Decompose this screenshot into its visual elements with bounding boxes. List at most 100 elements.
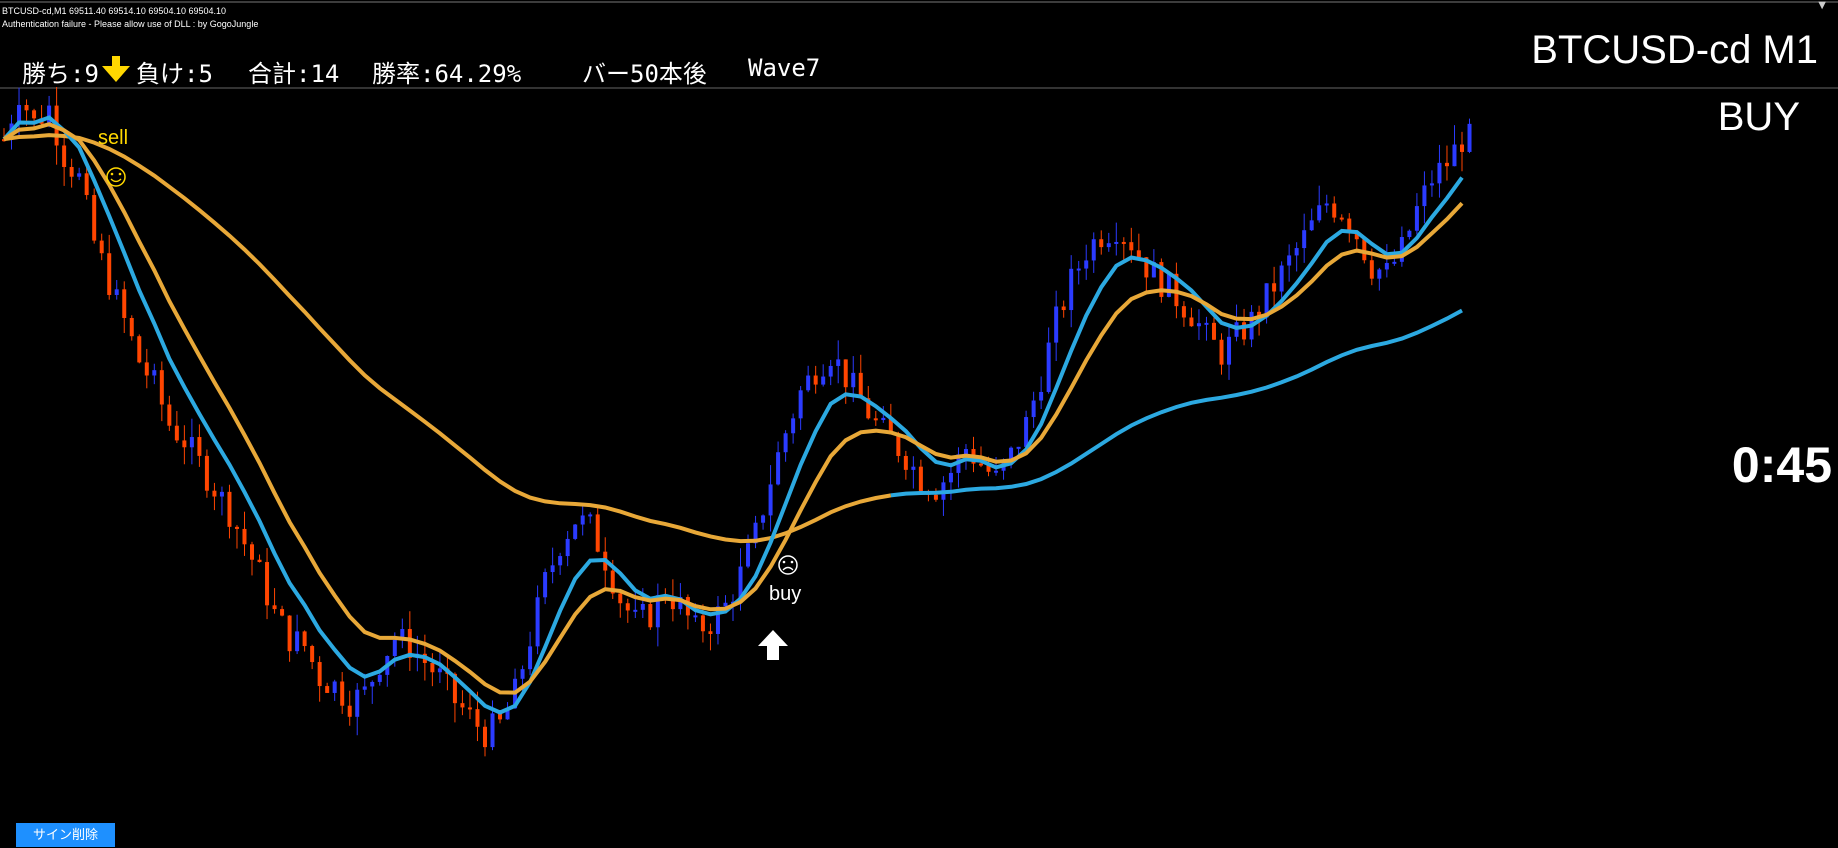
candle-body bbox=[1429, 183, 1434, 186]
candle-body bbox=[1084, 260, 1089, 269]
candle-body bbox=[550, 565, 555, 573]
candle-body bbox=[1407, 230, 1412, 238]
candle-body bbox=[332, 681, 337, 693]
candle-body bbox=[1204, 322, 1209, 325]
scroll-marker-icon[interactable]: ▼ bbox=[1818, 0, 1826, 11]
candle-body bbox=[1317, 205, 1322, 221]
candle-body bbox=[1227, 336, 1232, 365]
stats-wins: 勝ち:9 bbox=[22, 60, 99, 88]
candle-body bbox=[1437, 162, 1442, 184]
candle-body bbox=[836, 359, 841, 366]
candle-body bbox=[1339, 217, 1344, 220]
candle-body bbox=[310, 646, 315, 663]
buy-signal-label: buy bbox=[769, 583, 802, 605]
candle-body bbox=[896, 434, 901, 456]
candle-body bbox=[828, 365, 833, 377]
candle-body bbox=[355, 689, 360, 717]
candle-body bbox=[302, 631, 307, 647]
candle-body bbox=[903, 455, 908, 470]
candle-body bbox=[783, 433, 788, 453]
candle-body bbox=[242, 528, 247, 545]
candle-body bbox=[813, 375, 818, 385]
candle-body bbox=[1444, 162, 1449, 167]
candle-body bbox=[152, 370, 157, 376]
chart-header-message: Authentication failure - Please allow us… bbox=[2, 19, 259, 29]
candle-body bbox=[1031, 400, 1036, 418]
candle-body bbox=[250, 544, 255, 560]
candle-body bbox=[1016, 446, 1021, 449]
stats-win-rate: 勝率:64.29% bbox=[372, 60, 522, 88]
candle-body bbox=[197, 437, 202, 456]
price-chart[interactable] bbox=[0, 0, 1838, 847]
candle-body bbox=[114, 289, 119, 295]
candle-body bbox=[1452, 144, 1457, 167]
candle-body bbox=[580, 515, 585, 525]
candle-body bbox=[167, 404, 172, 426]
candle-body bbox=[851, 372, 856, 388]
candle-body bbox=[1039, 391, 1044, 401]
candle-body bbox=[347, 705, 352, 717]
candle-body bbox=[948, 472, 953, 483]
candle-body bbox=[129, 317, 134, 337]
delete-signs-button[interactable]: サイン削除 bbox=[16, 823, 115, 847]
candle-body bbox=[1302, 230, 1307, 249]
candle-body bbox=[1091, 239, 1096, 261]
candle-body bbox=[1294, 248, 1299, 256]
candle-body bbox=[535, 597, 540, 647]
candle-body bbox=[873, 418, 878, 421]
candle-body bbox=[69, 167, 74, 177]
candle-body bbox=[189, 437, 194, 448]
sell-signal-label: sell bbox=[98, 127, 129, 149]
candle-body bbox=[693, 615, 698, 618]
candle-body bbox=[791, 418, 796, 434]
candle-body bbox=[92, 195, 97, 241]
candle-body bbox=[1106, 243, 1111, 248]
candle-body bbox=[640, 604, 645, 610]
signal-text: BUY bbox=[1717, 95, 1800, 139]
candle-body bbox=[467, 707, 472, 710]
candle-body bbox=[558, 556, 563, 566]
candle-body bbox=[1121, 241, 1126, 244]
candle-body bbox=[377, 674, 382, 682]
candle-body bbox=[1189, 317, 1194, 327]
candle-body bbox=[317, 662, 322, 687]
candle-body bbox=[768, 484, 773, 516]
symbol-title: BTCUSD-cd M1 bbox=[1531, 28, 1818, 72]
candle-body bbox=[881, 417, 886, 421]
candle-body bbox=[918, 466, 923, 493]
stats-total: 合計:14 bbox=[248, 60, 340, 88]
candle-body bbox=[1211, 322, 1216, 340]
candle-body bbox=[107, 253, 112, 295]
candle-body bbox=[1309, 220, 1314, 231]
candle-body bbox=[490, 713, 495, 748]
candle-body bbox=[1076, 268, 1081, 271]
candle-body bbox=[370, 681, 375, 687]
candle-body bbox=[528, 646, 533, 670]
candle-body bbox=[1377, 269, 1382, 279]
candle-body bbox=[437, 668, 442, 673]
buy-arrow-icon bbox=[758, 630, 788, 660]
candle-body bbox=[24, 105, 29, 111]
sell-arrow-icon bbox=[102, 56, 130, 82]
candle-body bbox=[761, 515, 766, 523]
candle-body bbox=[746, 543, 751, 567]
chart-header-ohlc: BTCUSD-cd,M1 69511.40 69514.10 69504.10 … bbox=[2, 6, 226, 16]
candle-body bbox=[1422, 185, 1427, 207]
candle-body bbox=[776, 452, 781, 485]
candle-body bbox=[1046, 342, 1051, 392]
slow-ma-line bbox=[3, 133, 892, 544]
candle-body bbox=[62, 145, 67, 168]
candle-body bbox=[362, 686, 367, 690]
candle-body bbox=[32, 110, 37, 119]
candle-body bbox=[618, 593, 623, 604]
candle-body bbox=[1024, 417, 1029, 447]
candle-body bbox=[963, 449, 968, 455]
candle-body bbox=[1369, 260, 1374, 279]
candle-body bbox=[821, 376, 826, 385]
candle-body bbox=[1099, 239, 1104, 248]
candle-body bbox=[482, 726, 487, 748]
candle-body bbox=[99, 240, 104, 254]
candle-body bbox=[340, 681, 345, 706]
candle-body bbox=[1181, 306, 1186, 318]
candle-body bbox=[595, 514, 600, 552]
